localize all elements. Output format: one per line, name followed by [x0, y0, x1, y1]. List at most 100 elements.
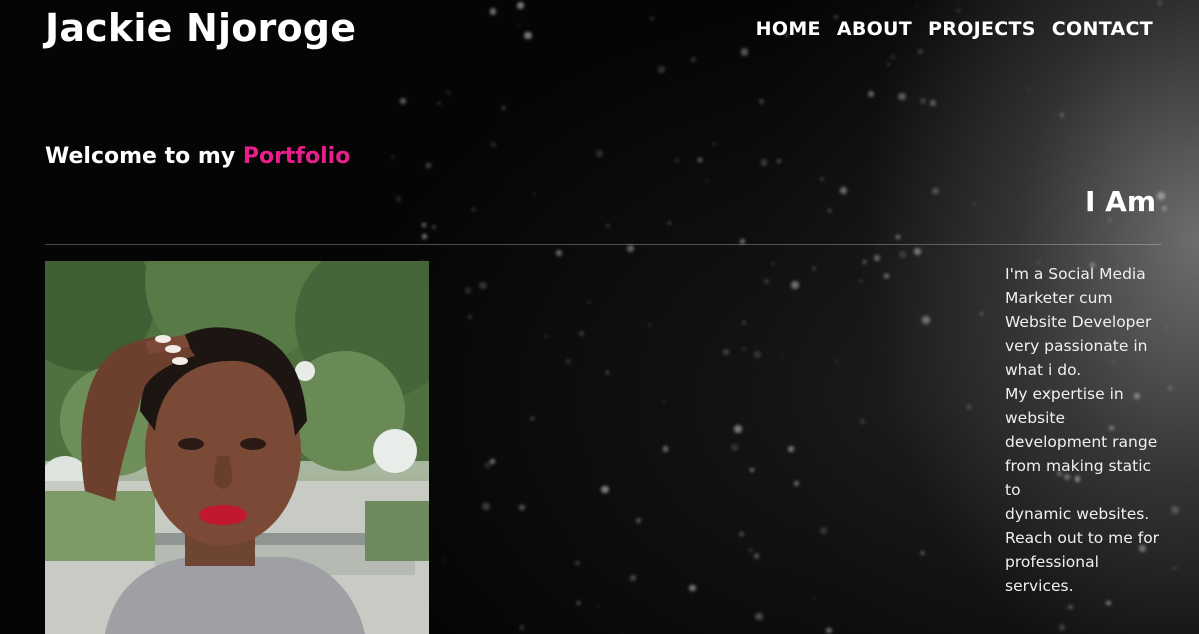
typing-text: I Am S [1085, 185, 1161, 218]
star-speck [973, 202, 976, 206]
star-speck [777, 158, 782, 164]
star-speck [898, 251, 906, 259]
star-speck [426, 162, 432, 168]
bio-line: what i do. [1005, 361, 1082, 379]
star-speck [883, 273, 889, 279]
star-speck [464, 287, 472, 295]
star-speck [630, 575, 636, 582]
welcome-accent: Portfolio [242, 144, 351, 169]
star-speck [519, 624, 525, 630]
star-speck [689, 584, 696, 592]
star-speck [915, 4, 919, 7]
star-speck [399, 97, 407, 105]
star-speck [791, 281, 799, 289]
star-speck [491, 141, 497, 147]
star-speck [819, 526, 827, 534]
star-speck [1158, 1, 1162, 6]
star-speck [443, 558, 446, 562]
star-speck [1106, 601, 1111, 606]
star-speck [556, 249, 563, 256]
profile-photo [45, 261, 429, 634]
star-speck [472, 208, 475, 211]
star-speck [524, 31, 532, 40]
star-speck [957, 9, 960, 13]
star-speck [742, 348, 745, 351]
star-speck [668, 221, 671, 225]
star-speck [862, 260, 867, 265]
star-speck [482, 502, 490, 511]
bio-line: Website Developer [1005, 313, 1152, 331]
star-speck [1059, 113, 1065, 118]
star-speck [758, 99, 764, 105]
star-speck [930, 100, 936, 106]
star-speck [748, 547, 754, 553]
star-speck [793, 480, 800, 487]
star-speck [626, 244, 635, 253]
star-speck [421, 223, 426, 228]
star-speck [422, 233, 428, 239]
star-speck [742, 321, 746, 324]
star-speck [922, 316, 930, 324]
nav-contact-link[interactable]: CONTACT [1052, 18, 1153, 40]
star-speck [596, 150, 603, 157]
site-brand[interactable]: Jackie Njoroge [45, 6, 356, 50]
star-speck [478, 281, 487, 290]
about-bio: I'm a Social Media Marketer cum Website De… [1005, 262, 1167, 598]
nav-projects-link[interactable]: PROJECTS [928, 18, 1036, 40]
star-speck [518, 23, 521, 27]
star-speck [446, 91, 450, 95]
bio-line: website [1005, 409, 1066, 427]
section-divider [45, 244, 1161, 245]
typing-banner: I Am S [1000, 182, 1161, 226]
star-speck [873, 254, 881, 262]
nav-home-link[interactable]: HOME [756, 18, 821, 40]
star-speck [753, 350, 762, 359]
star-speck [658, 66, 665, 73]
star-speck [675, 158, 679, 163]
star-speck [598, 606, 601, 609]
star-speck [606, 371, 610, 374]
star-speck [467, 314, 473, 320]
star-speck [519, 504, 525, 511]
star-speck [432, 225, 436, 229]
star-speck [662, 446, 669, 452]
star-speck [898, 92, 906, 101]
bio-line: development range [1005, 433, 1158, 451]
star-speck [740, 47, 749, 56]
star-speck [749, 468, 754, 473]
star-speck [576, 601, 581, 605]
star-speck [575, 560, 581, 566]
main-nav: HOME ABOUT PROJECTS CONTACT [756, 18, 1153, 40]
star-speck [1027, 86, 1031, 90]
star-speck [501, 106, 506, 110]
bio-line: very passionate in [1005, 337, 1148, 355]
star-speck [812, 597, 816, 601]
star-speck [835, 359, 839, 363]
star-speck [705, 179, 708, 182]
star-speck [587, 300, 591, 304]
star-speck [1162, 206, 1167, 211]
star-speck [755, 613, 763, 621]
nav-about-link[interactable]: ABOUT [837, 18, 912, 40]
star-speck [601, 486, 609, 494]
star-speck [739, 531, 745, 537]
star-speck [516, 1, 524, 9]
star-speck [896, 234, 901, 239]
star-speck [578, 330, 585, 337]
star-speck [1167, 386, 1172, 391]
star-speck [753, 553, 760, 559]
star-speck [650, 17, 654, 20]
star-speck [839, 187, 847, 195]
star-speck [781, 355, 785, 359]
star-speck [760, 159, 768, 167]
star-speck [1171, 506, 1179, 514]
star-speck [437, 102, 441, 105]
star-speck [891, 54, 896, 60]
star-speck [711, 141, 716, 146]
star-speck [859, 279, 863, 283]
star-speck [1058, 624, 1066, 631]
bio-line: I'm a Social Media [1005, 265, 1146, 283]
bio-line: from making static to [1005, 457, 1152, 499]
star-speck [828, 209, 831, 213]
star-speck [764, 279, 769, 284]
